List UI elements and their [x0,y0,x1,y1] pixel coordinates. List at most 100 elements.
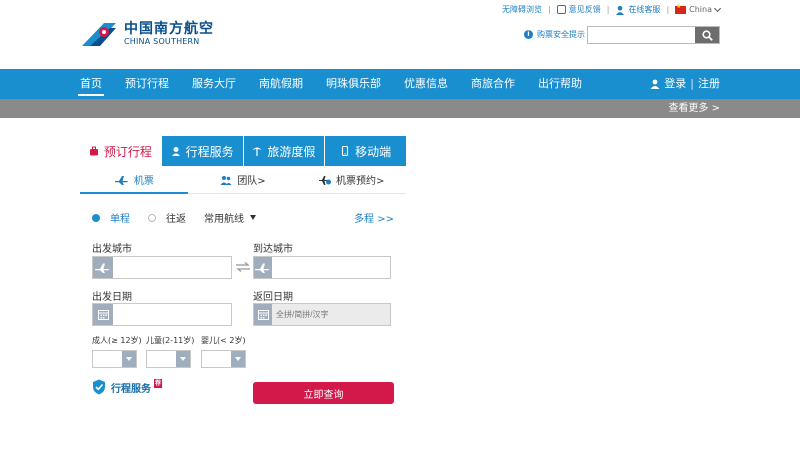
main-nav: 首页 预订行程 服务大厅 南航假期 明珠俱乐部 优惠信息 商旅合作 出行帮助 登… [0,69,800,99]
adult-label: 成人(≥ 12岁) [92,336,142,345]
divider: | [548,5,551,14]
feedback-link[interactable]: 意见反馈 [556,4,601,15]
common-routes-label: 常用航线 [204,214,244,225]
feedback-icon [556,5,566,14]
calendar-icon [93,304,113,325]
nav-item-home[interactable]: 首页 [78,69,104,99]
round-trip-label[interactable]: 往返 [166,210,186,225]
divider: | [666,5,670,14]
subtab-label: 机票 [133,176,154,187]
search-icon [701,29,713,41]
chevron-down-icon [231,351,245,367]
country-selector[interactable]: China [675,3,722,14]
child-count-select[interactable] [146,350,191,368]
depart-city-label: 出发城市 [92,244,132,255]
security-tip-link[interactable]: i 购票安全提示 [524,29,585,40]
subtab-air-ticket[interactable]: 机票 [80,166,189,193]
chevron-down-icon [713,4,722,12]
tab-label: 预订行程 [103,144,152,159]
depart-city-field [92,256,232,279]
nav-item-service-hall[interactable]: 服务大厅 [192,69,236,99]
multi-city-link[interactable]: 多程 >> [354,210,394,225]
caret-down-icon [250,215,256,220]
common-routes-dropdown[interactable]: 常用航线 [204,210,256,225]
tab-book-trip[interactable]: 预订行程 [80,136,161,166]
search-button[interactable] [695,27,719,43]
info-icon: i [524,30,533,39]
tab-trip-service[interactable]: 行程服务 [160,136,243,166]
depart-date-label: 出发日期 [92,292,132,303]
booking-panel: 预订行程 行程服务 旅游度假 移动端 机票 团队> 机票预约> 单程 往返 常用… [80,136,406,404]
tab-vacation[interactable]: 旅游度假 [242,136,325,166]
return-date-input[interactable] [272,304,390,325]
see-more-link[interactable]: 查看更多 > [668,99,720,118]
palm-tree-icon [252,147,262,156]
trip-type-row: 单程 往返 常用航线 多程 >> [92,210,394,225]
logo-english-name: CHINA SOUTHERN [124,37,200,46]
nav-item-offers[interactable]: 优惠信息 [404,69,448,99]
online-service-label: 在线客服 [628,5,661,14]
depart-city-input[interactable] [113,257,231,278]
security-tip-label: 购票安全提示 [537,30,585,39]
nav-item-booking[interactable]: 预订行程 [125,69,169,99]
swap-icon[interactable] [235,262,251,272]
recommend-badge: 荐 [154,378,163,388]
select-value [93,351,122,367]
chevron-down-icon [122,351,136,367]
shield-service-icon [93,379,105,395]
country-label: China [689,5,712,14]
calendar-icon [254,304,272,325]
booking-tabs: 预订行程 行程服务 旅游度假 移动端 [80,136,406,166]
child-label: 儿童(2-11岁) [146,336,195,345]
login-link[interactable]: 登录 [664,69,686,99]
booking-subtabs: 机票 团队> 机票预约> [80,166,406,194]
infant-count-select[interactable] [201,350,246,368]
register-link[interactable]: 注册 [698,69,720,99]
china-flag-icon [675,3,687,14]
suitcase-icon [89,146,98,156]
service-agent-icon [171,147,180,156]
search-flights-button[interactable]: 立即查询 [253,382,394,404]
logo-chinese-name: 中国南方航空 [124,21,214,37]
trip-service-link[interactable]: 行程服务 荐 [92,378,163,395]
nav-item-business[interactable]: 商旅合作 [471,69,515,99]
return-date-field [253,303,391,326]
depart-date-field [92,303,232,326]
adult-count-select[interactable] [92,350,137,368]
divider: | [690,77,694,90]
plane-clock-icon [318,175,331,185]
kapok-flower-logo-icon [82,23,116,46]
tab-label: 旅游度假 [267,144,316,159]
search-box [587,26,720,44]
logo[interactable]: 中国南方航空 CHINA SOUTHERN [80,20,214,48]
trip-service-label: 行程服务 [111,383,151,395]
service-agent-icon [616,5,625,15]
subtab-label: 机票预约> [335,176,385,187]
nav-item-pearl-club[interactable]: 明珠俱乐部 [326,69,381,99]
airplane-icon [114,175,128,185]
mobile-phone-icon [342,146,349,156]
top-utility-bar: 无障碍浏览 | 意见反馈 | 在线客服 | China [502,3,722,15]
arrival-plane-icon [254,257,272,278]
arrive-city-field [253,256,391,279]
one-way-radio[interactable] [92,213,100,222]
chevron-down-icon [176,351,190,367]
departure-plane-icon [93,257,113,278]
feedback-label: 意见反馈 [568,5,601,14]
online-service-link[interactable]: 在线客服 [615,4,660,15]
tab-mobile[interactable]: 移动端 [324,136,406,166]
subtab-label: 团队> [237,176,266,187]
tab-label: 移动端 [355,144,392,159]
subtab-group[interactable]: 团队> [189,166,298,193]
arrive-city-label: 到达城市 [253,244,293,255]
search-input[interactable] [588,27,695,43]
arrive-city-input[interactable] [272,257,390,278]
depart-date-input[interactable] [113,304,231,325]
accessibility-link[interactable]: 无障碍浏览 [502,4,542,15]
subtab-ticket-reservation[interactable]: 机票预约> [297,166,406,193]
nav-item-travel-help[interactable]: 出行帮助 [538,69,582,99]
round-trip-radio[interactable] [148,213,156,222]
one-way-label[interactable]: 单程 [110,210,130,225]
nav-item-holidays[interactable]: 南航假期 [259,69,303,99]
return-date-label: 返回日期 [253,292,293,303]
